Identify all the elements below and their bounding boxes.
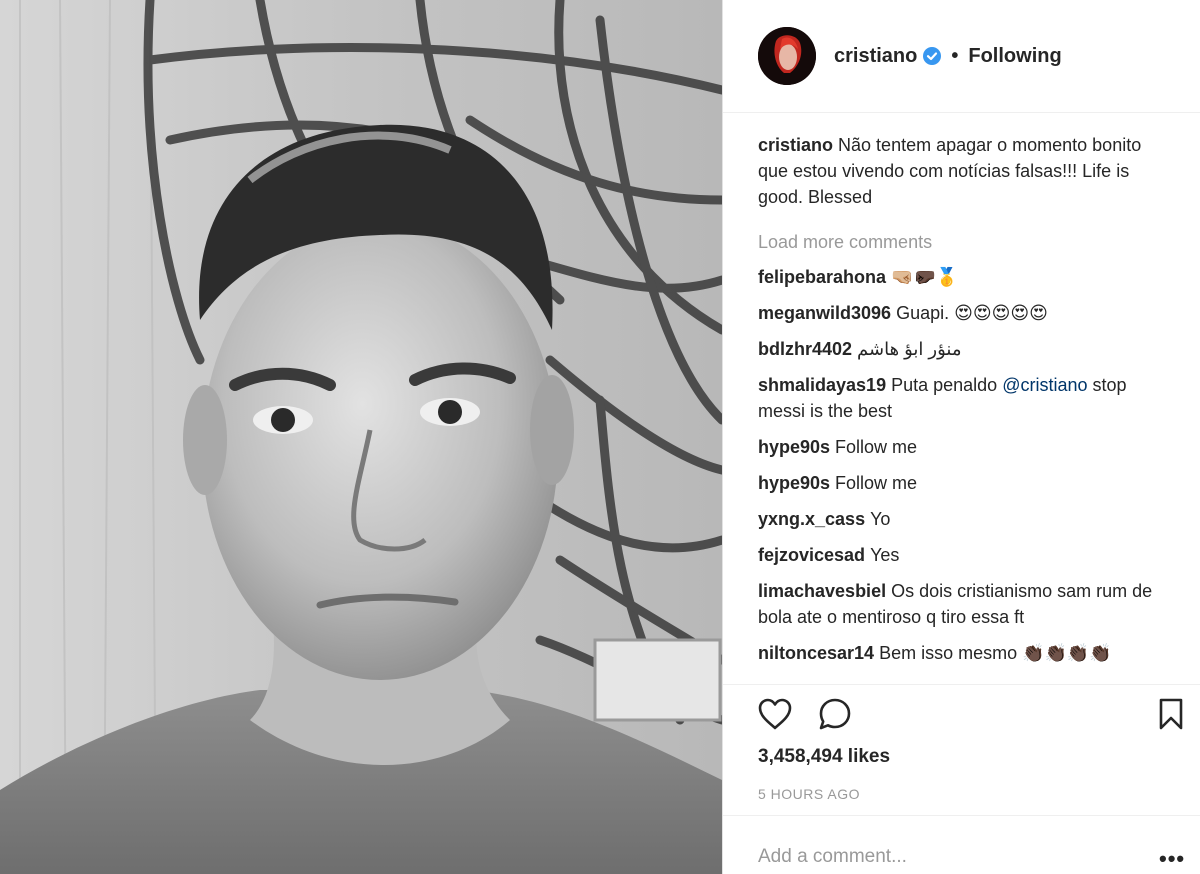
load-more-comments-link[interactable]: Load more comments <box>758 230 1168 254</box>
bookmark-icon[interactable] <box>1156 697 1186 731</box>
likes-count[interactable]: 3,458,494 likes <box>758 746 890 768</box>
comment-item: meganwild3096 Guapi. 😍😍😍😍😍 <box>758 300 1168 326</box>
comment-item: hype90s Follow me <box>758 470 1168 496</box>
post-header: cristiano • Following <box>723 0 1200 113</box>
post-caption: cristiano Não tentem apagar o momento bon… <box>758 132 1168 210</box>
comment-text: Puta penaldo <box>891 375 1003 395</box>
comment-item: fejzovicesad Yes <box>758 542 1168 568</box>
comment-item: yxng.x_cass Yo <box>758 506 1168 532</box>
comment-text: Follow me <box>835 473 918 493</box>
comment-mention-link[interactable]: @cristiano <box>1002 375 1087 395</box>
comment-text: Follow me <box>835 437 918 457</box>
comment-username[interactable]: fejzovicesad <box>758 545 865 565</box>
heart-icon[interactable] <box>757 697 793 731</box>
follow-separator: • <box>951 44 959 67</box>
post-actions-bar <box>723 684 1200 744</box>
comment-text: Guapi. 😍😍😍😍😍 <box>896 303 1048 323</box>
add-comment-section: ••• <box>723 815 1200 874</box>
comment-username[interactable]: hype90s <box>758 437 830 457</box>
comment-item: niltoncesar14 Bem isso mesmo 👏🏿👏🏿👏🏿👏🏿 <box>758 640 1168 666</box>
comments-list[interactable]: cristiano Não tentem apagar o momento bon… <box>758 132 1168 683</box>
caption-username[interactable]: cristiano <box>758 135 833 155</box>
comment-text: Yo <box>870 509 891 529</box>
comment-input[interactable] <box>758 842 1118 872</box>
post-side-panel: cristiano • Following cristiano Não tente… <box>723 0 1200 874</box>
comment-item: felipebarahona 🤜🏼🤛🏿🥇 <box>758 264 1168 290</box>
comment-text: منؤر ابؤ هاشم <box>857 339 962 359</box>
comment-text: Bem isso mesmo 👏🏿👏🏿👏🏿👏🏿 <box>879 643 1112 663</box>
comment-item: shmalidayas19 Puta penaldo @cristiano sto… <box>758 372 1168 424</box>
comment-item: bdlzhr4402 منؤر ابؤ هاشم <box>758 336 1168 362</box>
comment-username[interactable]: limachavesbiel <box>758 581 886 601</box>
comment-text: Yes <box>870 545 900 565</box>
verified-badge-icon <box>923 47 942 65</box>
comment-username[interactable]: niltoncesar14 <box>758 643 874 663</box>
comment-username[interactable]: felipebarahona <box>758 267 886 287</box>
comment-username[interactable]: hype90s <box>758 473 830 493</box>
post-timestamp[interactable]: 5 HOURS AGO <box>758 786 860 802</box>
following-button[interactable]: Following <box>968 45 1061 68</box>
comment-text: 🤜🏼🤛🏿🥇 <box>891 267 959 287</box>
avatar[interactable] <box>758 27 816 85</box>
comment-item: hype90s Follow me <box>758 434 1168 460</box>
comment-username[interactable]: yxng.x_cass <box>758 509 865 529</box>
comment-username[interactable]: shmalidayas19 <box>758 375 886 395</box>
post-photo[interactable] <box>0 0 722 874</box>
more-options-button[interactable]: ••• <box>1159 846 1185 872</box>
comment-username[interactable]: bdlzhr4402 <box>758 339 852 359</box>
comment-username[interactable]: meganwild3096 <box>758 303 891 323</box>
comment-item: limachavesbiel Os dois cristianismo sam r… <box>758 578 1168 630</box>
selfie-image <box>0 0 722 874</box>
speech-bubble-icon[interactable] <box>817 697 853 731</box>
post-author-username[interactable]: cristiano <box>834 45 917 68</box>
